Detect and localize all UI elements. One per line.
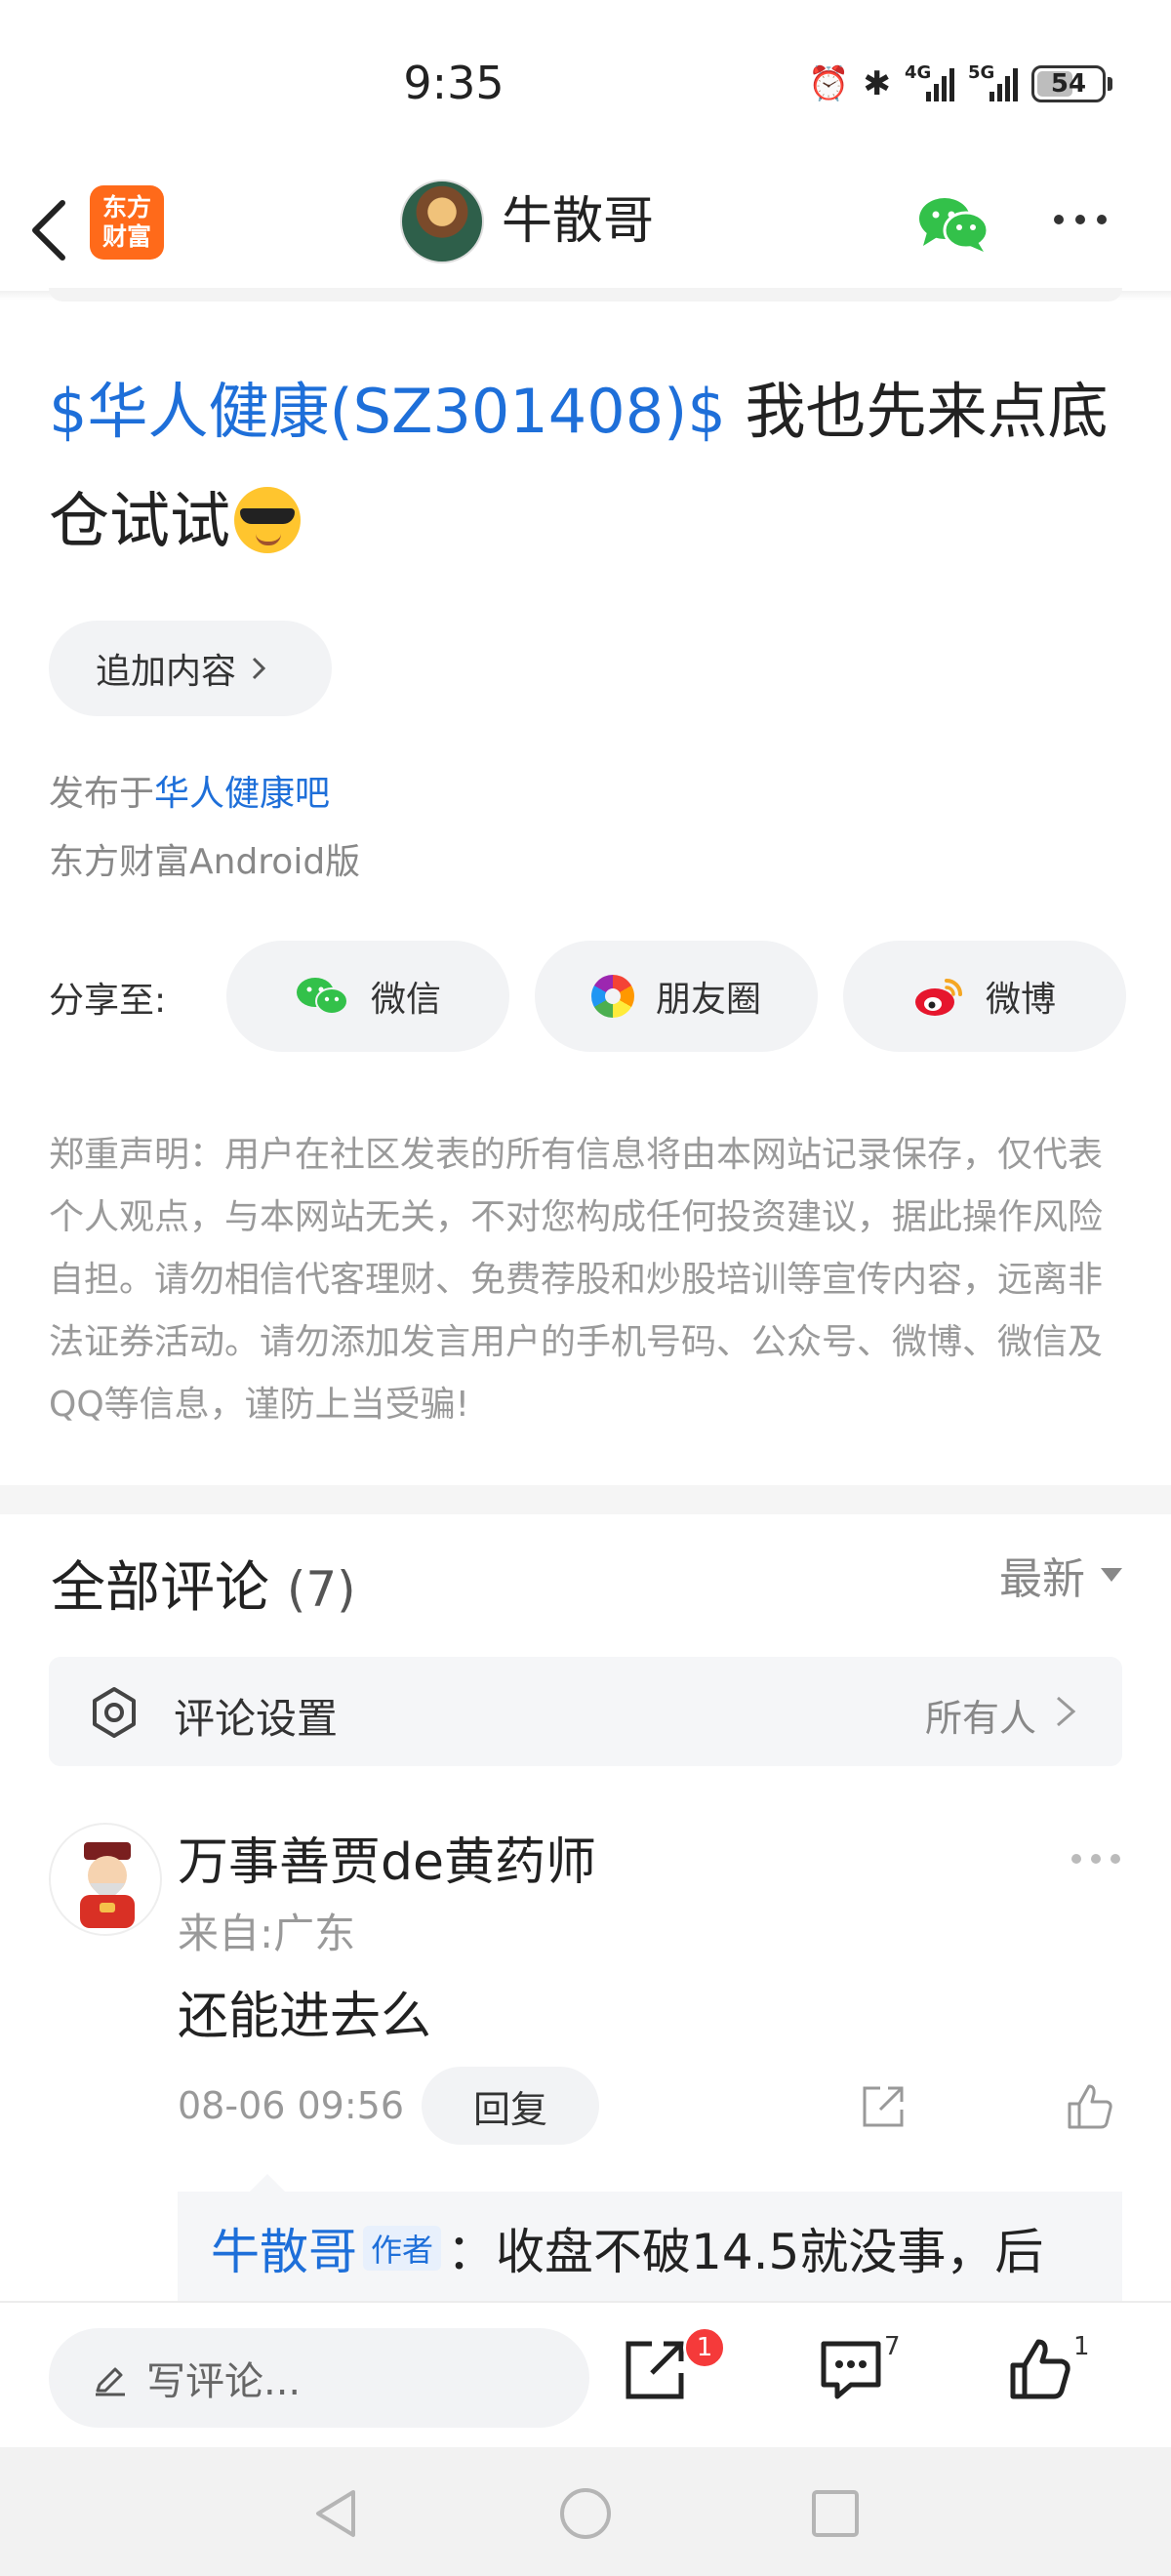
append-content-label: 追加内容: [96, 652, 237, 692]
battery-icon: 54: [1031, 65, 1106, 102]
signal-4g-icon: 4G: [905, 62, 954, 101]
author-badge: 作者: [363, 2226, 442, 2271]
commenter-location: 来自:广东: [178, 1910, 356, 1957]
bluetooth-icon: ✱: [863, 64, 892, 103]
signal-5g-icon: 5G: [968, 62, 1018, 101]
signal-5g-label: 5G: [968, 62, 995, 83]
reply-notch: [250, 2174, 285, 2192]
comments-heading: 全部评论 (7): [51, 1544, 356, 1623]
author-avatar[interactable]: [400, 180, 484, 263]
moments-icon: [590, 975, 634, 1018]
share-label: 分享至:: [49, 981, 167, 1021]
thumbs-up-icon[interactable]: [1005, 2334, 1075, 2404]
pencil-icon: [96, 2367, 125, 2396]
comments-count: (7): [286, 1561, 356, 1618]
more-icon[interactable]: [1071, 1854, 1120, 1864]
write-comment-input[interactable]: 写评论...: [49, 2328, 589, 2428]
more-icon[interactable]: [1054, 215, 1107, 224]
page-title[interactable]: 牛散哥: [502, 187, 654, 256]
weibo-icon: [914, 979, 962, 1016]
share-moments-label: 朋友圈: [655, 980, 761, 1020]
status-icons: ⏰ ✱ 4G 5G 54: [808, 62, 1112, 103]
status-bar: 9:35 ⏰ ✱ 4G 5G 54: [0, 0, 1171, 166]
home-circle-icon[interactable]: [556, 2484, 615, 2543]
comment-settings-row[interactable]: 评论设置 所有人: [49, 1657, 1122, 1766]
share-weibo-label: 微博: [985, 980, 1056, 1020]
comment-settings-value: 所有人: [924, 1697, 1036, 1740]
previous-card-edge: [49, 288, 1122, 302]
share-icon[interactable]: [621, 2334, 691, 2404]
published-prefix: 发布于: [49, 774, 155, 814]
commenter-avatar[interactable]: [49, 1823, 162, 1936]
comments-title: 全部评论: [51, 1556, 269, 1620]
battery-level: 54: [1050, 69, 1087, 99]
share-icon[interactable]: [859, 2082, 908, 2131]
comment-text: 还能进去么: [178, 1988, 432, 2046]
chevron-right-icon: [252, 657, 266, 680]
reply-button[interactable]: 回复: [422, 2067, 599, 2145]
sort-dropdown[interactable]: 最新: [999, 1544, 1122, 1606]
caret-down-icon: [1101, 1568, 1122, 1582]
top-navigation: 东方 财富 牛散哥: [0, 166, 1171, 293]
sub-reply-author[interactable]: 牛散哥: [211, 2224, 357, 2280]
wechat-icon[interactable]: [917, 195, 989, 254]
comment-icon[interactable]: [816, 2334, 886, 2404]
back-arrow-icon[interactable]: [20, 191, 78, 269]
stock-tag-link[interactable]: $华人健康(SZ301408)$: [49, 376, 726, 447]
post-detail-screen: 9:35 ⏰ ✱ 4G 5G 54 东方 财富 牛散哥 $华人健康(SZ3014…: [0, 0, 1171, 2576]
signal-4g-label: 4G: [905, 62, 932, 83]
share-wechat-button[interactable]: 微信: [226, 941, 509, 1052]
comment-time: 08-06 09:56: [178, 2084, 405, 2127]
share-moments-button[interactable]: 朋友圈: [535, 941, 818, 1052]
write-comment-placeholder: 写评论...: [146, 2359, 302, 2404]
section-divider: [0, 1485, 1171, 1514]
post-content: $华人健康(SZ301408)$ 我也先来点底仓试试: [49, 357, 1132, 576]
chevron-right-icon: [1057, 1696, 1076, 1727]
status-time: 9:35: [403, 57, 505, 109]
comment-settings-label: 评论设置: [174, 1695, 339, 1743]
recents-square-icon[interactable]: [806, 2484, 865, 2543]
app-logo[interactable]: 东方 财富: [90, 185, 164, 260]
share-badge: 1: [683, 2326, 726, 2369]
append-content-button[interactable]: 追加内容: [49, 621, 332, 716]
back-triangle-icon[interactable]: [308, 2484, 367, 2543]
stock-bar-link[interactable]: 华人健康吧: [154, 774, 330, 814]
thumbs-up-icon[interactable]: [1064, 2080, 1116, 2133]
comment-count: 7: [884, 2332, 901, 2361]
sort-label: 最新: [999, 1554, 1085, 1604]
share-wechat-label: 微信: [370, 980, 441, 1020]
share-weibo-button[interactable]: 微博: [843, 941, 1126, 1052]
like-count: 1: [1073, 2332, 1090, 2361]
gear-icon: [93, 1687, 136, 1738]
bottom-action-bar: 写评论... 1 7 1: [0, 2301, 1171, 2447]
published-in: 发布于华人健康吧: [49, 765, 330, 816]
sub-reply-text: ：收盘不破14.5就没事，后: [447, 2224, 1044, 2280]
battery-tip: [1108, 77, 1112, 91]
disclaimer-text: 郑重声明：用户在社区发表的所有信息将由本网站记录保存，仅代表个人观点，与本网站无…: [49, 1135, 1104, 1425]
client-source: 东方财富Android版: [49, 842, 361, 882]
system-navigation-bar: [0, 2447, 1171, 2576]
sub-reply: 牛散哥 作者 ：收盘不破14.5就没事，后: [211, 2213, 1043, 2283]
wechat-icon: [296, 978, 348, 1015]
alarm-icon: ⏰: [808, 64, 850, 103]
cool-sunglasses-emoji: [234, 487, 302, 553]
commenter-name[interactable]: 万事善贾de黄药师: [178, 1821, 596, 1894]
